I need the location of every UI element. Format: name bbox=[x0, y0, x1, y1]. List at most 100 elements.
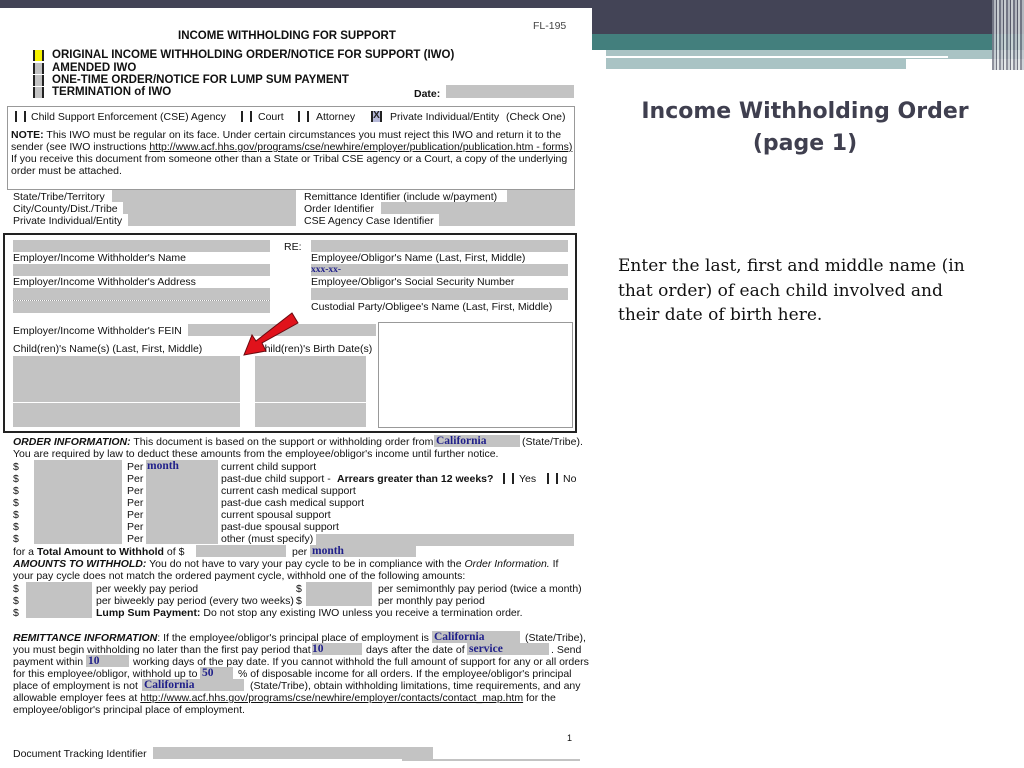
label-attorney: Attorney bbox=[316, 111, 356, 123]
field-children-birth-1[interactable] bbox=[255, 356, 366, 402]
field-per[interactable] bbox=[146, 520, 218, 532]
slide-banner-line bbox=[606, 56, 948, 58]
checkbox-original-iwo[interactable] bbox=[33, 50, 44, 61]
field-monthly[interactable] bbox=[306, 594, 372, 606]
field-tracking-id[interactable] bbox=[153, 747, 433, 759]
checkbox-lump-sum[interactable] bbox=[33, 75, 44, 86]
dollar-weekly: $ bbox=[13, 583, 19, 595]
total-of: of $ bbox=[166, 546, 185, 558]
field-total-amount[interactable] bbox=[196, 545, 286, 557]
label-employee-name: Employee/Obligor's Name (Last, First, Mi… bbox=[311, 252, 526, 264]
label-lump-sum: ONE-TIME ORDER/NOTICE FOR LUMP SUM PAYME… bbox=[52, 74, 349, 86]
label-amended-iwo: AMENDED IWO bbox=[52, 62, 137, 74]
tracking-underline bbox=[402, 759, 580, 761]
checkbox-arrears-no[interactable] bbox=[547, 473, 558, 484]
field-children-names-2[interactable] bbox=[13, 403, 240, 427]
field-employer-name[interactable] bbox=[13, 240, 270, 252]
dollar-sign: $ bbox=[13, 509, 19, 521]
field-children-birth-2[interactable] bbox=[255, 403, 366, 427]
per-value: month bbox=[147, 460, 179, 472]
per-label: Per bbox=[127, 461, 144, 473]
field-remittance-id[interactable] bbox=[507, 190, 575, 202]
form-number: FL-195 bbox=[533, 20, 567, 32]
field-employer-address-2[interactable] bbox=[13, 288, 270, 300]
field-per[interactable] bbox=[146, 532, 218, 544]
dollar-sign: $ bbox=[13, 521, 19, 533]
remittance-l1: : If the employee/obligor's principal pl… bbox=[157, 632, 429, 644]
slide-title-line2: (page 1) bbox=[752, 131, 858, 156]
checkbox-termination[interactable] bbox=[33, 87, 44, 98]
field-case-id[interactable] bbox=[439, 214, 575, 226]
slide-title-line1: Income Withholding Order bbox=[641, 99, 969, 124]
check-one-label: (Check One) bbox=[506, 111, 566, 123]
dollar-sign: $ bbox=[13, 473, 19, 485]
field-private-entity[interactable] bbox=[128, 214, 296, 226]
amounts-heading: AMOUNTS TO WITHHOLD: bbox=[13, 558, 147, 570]
slide-body-text: Enter the last, first and middle name (i… bbox=[618, 256, 965, 325]
field-children-names-1[interactable] bbox=[13, 356, 240, 402]
field-amount[interactable] bbox=[34, 508, 122, 520]
field-semimonthly[interactable] bbox=[306, 582, 372, 594]
amounts-text2: your pay cycle does not match the ordere… bbox=[13, 570, 466, 582]
label-private-entity: Private Individual/Entity bbox=[13, 215, 123, 227]
label-city-county: City/County/Dist./Tribe bbox=[13, 203, 118, 215]
dollar-monthly: $ bbox=[296, 595, 302, 607]
page-number: 1 bbox=[567, 733, 573, 743]
field-employee-ssn[interactable] bbox=[311, 264, 568, 276]
label-state-tribe: State/Tribe/Territory bbox=[13, 191, 105, 203]
label-order-id: Order Identifier bbox=[304, 203, 375, 215]
remit-state-value: California bbox=[434, 631, 485, 643]
support-type-label: past-due spousal support bbox=[221, 521, 339, 533]
lump-sum-text: Do not stop any existing IWO unless you … bbox=[203, 607, 523, 619]
amounts-text1: You do not have to vary your pay cycle t… bbox=[149, 558, 462, 570]
field-per[interactable] bbox=[146, 472, 218, 484]
form-document: FL-195 INCOME WITHHOLDING FOR SUPPORT OR… bbox=[0, 8, 592, 768]
field-employee-name[interactable] bbox=[311, 240, 568, 252]
re-label: RE: bbox=[284, 241, 302, 253]
contact-map-link[interactable]: http://www.acf.hhs.gov/programs/cse/newh… bbox=[140, 692, 523, 704]
label-original-iwo: ORIGINAL INCOME WITHHOLDING ORDER/NOTICE… bbox=[52, 49, 455, 61]
red-arrow-icon bbox=[243, 312, 299, 356]
field-employer-address-1[interactable] bbox=[13, 264, 270, 276]
field-amount[interactable] bbox=[34, 472, 122, 484]
checkbox-cse-agency[interactable] bbox=[15, 111, 26, 122]
note-line3: If you receive this document from someon… bbox=[11, 153, 568, 165]
field-lump-sum[interactable] bbox=[26, 606, 92, 618]
field-amount[interactable] bbox=[34, 460, 122, 472]
field-amount[interactable] bbox=[34, 484, 122, 496]
note-heading: NOTE: bbox=[11, 129, 44, 141]
ssn-value: xxx-xx- bbox=[311, 265, 342, 275]
field-custodial-name[interactable] bbox=[311, 288, 568, 300]
label-employee-ssn: Employee/Obligor's Social Security Numbe… bbox=[311, 276, 515, 288]
label-court: Court bbox=[258, 111, 284, 123]
per-label: Per bbox=[127, 485, 144, 497]
slide-banner-stripes bbox=[992, 0, 1024, 70]
slide-banner-light-lower bbox=[606, 59, 906, 69]
field-employer-address-3[interactable] bbox=[13, 301, 270, 313]
field-per[interactable] bbox=[146, 496, 218, 508]
field-weekly[interactable] bbox=[26, 582, 92, 594]
checkbox-attorney[interactable] bbox=[298, 111, 309, 122]
checkbox-court[interactable] bbox=[241, 111, 252, 122]
order-info-text2: You are required by law to deduct these … bbox=[13, 448, 499, 460]
label-children-names: Child(ren)'s Name(s) (Last, First, Middl… bbox=[13, 343, 203, 355]
field-city-county[interactable] bbox=[123, 202, 296, 214]
field-per[interactable] bbox=[146, 508, 218, 520]
remit-state-not-value: California bbox=[144, 679, 195, 691]
checkbox-private-individual[interactable]: X bbox=[371, 111, 382, 122]
field-state-tribe[interactable] bbox=[112, 190, 296, 202]
field-amount[interactable] bbox=[34, 520, 122, 532]
amounts-text1-italic: Order Information. bbox=[464, 558, 550, 570]
field-amount[interactable] bbox=[34, 532, 122, 544]
field-order-id[interactable] bbox=[381, 202, 575, 214]
dollar-sign: $ bbox=[13, 485, 19, 497]
iwo-instructions-link[interactable]: http://www.acf.hhs.gov/programs/cse/newh… bbox=[149, 141, 572, 153]
note-line4: order must be attached. bbox=[11, 165, 122, 177]
checkbox-amended-iwo[interactable] bbox=[33, 63, 44, 74]
field-biweekly[interactable] bbox=[26, 594, 92, 606]
field-amount[interactable] bbox=[34, 496, 122, 508]
label-monthly: per monthly pay period bbox=[378, 595, 485, 607]
checkbox-arrears-yes[interactable] bbox=[503, 473, 514, 484]
field-per[interactable] bbox=[146, 484, 218, 496]
date-field[interactable] bbox=[446, 85, 574, 98]
